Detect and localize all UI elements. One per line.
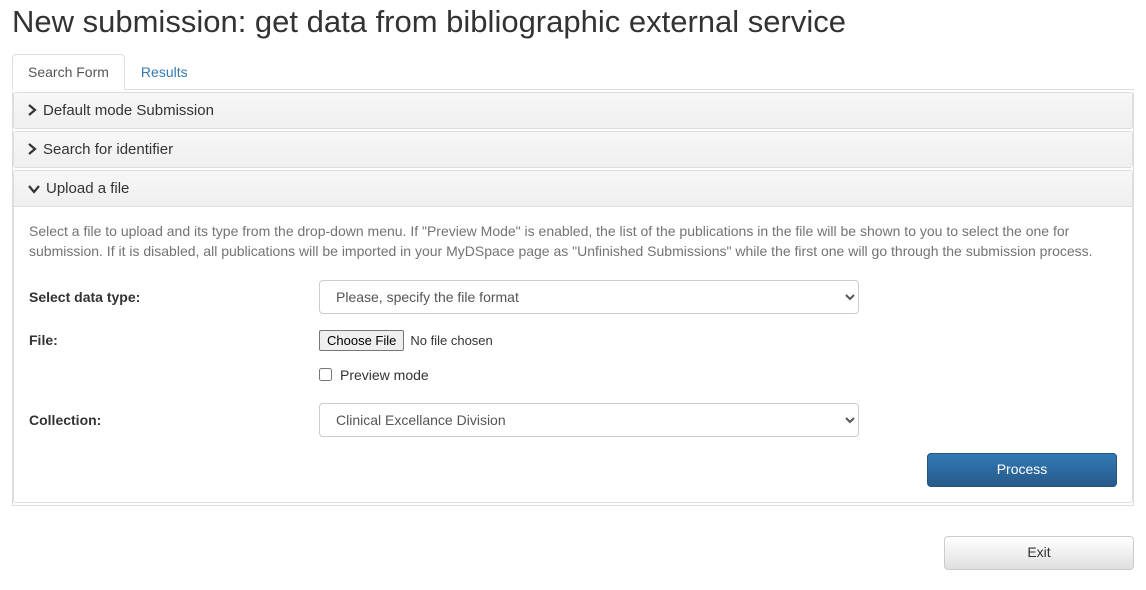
row-collection: Collection: Clinical Excellance Division <box>29 403 1117 437</box>
page-title: New submission: get data from bibliograp… <box>12 4 1134 40</box>
upload-help-text: Select a file to upload and its type fro… <box>29 222 1117 262</box>
panel-default-mode: Default mode Submission <box>13 92 1133 129</box>
panel-heading-upload-file[interactable]: Upload a file <box>14 171 1132 207</box>
row-preview-mode: Preview mode <box>319 367 1117 383</box>
tab-content: Default mode Submission Search for ident… <box>12 92 1134 506</box>
process-button[interactable]: Process <box>927 453 1117 487</box>
process-button-row: Process <box>29 453 1117 487</box>
choose-file-button[interactable]: Choose File <box>319 330 404 351</box>
panel-title-default-mode: Default mode Submission <box>43 102 214 119</box>
tab-search-form[interactable]: Search Form <box>12 54 125 90</box>
label-collection: Collection: <box>29 412 319 428</box>
panel-body-upload-file: Select a file to upload and its type fro… <box>14 207 1132 502</box>
preview-mode-checkbox[interactable] <box>319 368 332 381</box>
label-data-type: Select data type: <box>29 289 319 305</box>
panel-title-upload-file: Upload a file <box>46 180 129 197</box>
panel-upload-file: Upload a file Select a file to upload an… <box>13 170 1133 503</box>
chevron-right-icon <box>28 142 37 158</box>
file-status-text: No file chosen <box>410 333 492 348</box>
tab-results[interactable]: Results <box>125 54 204 90</box>
chevron-right-icon <box>28 103 37 119</box>
preview-mode-label[interactable]: Preview mode <box>340 367 429 383</box>
panel-heading-search-identifier[interactable]: Search for identifier <box>14 132 1132 167</box>
exit-button[interactable]: Exit <box>944 536 1134 570</box>
select-collection[interactable]: Clinical Excellance Division <box>319 403 859 437</box>
select-data-type[interactable]: Please, specify the file format <box>319 280 859 314</box>
row-data-type: Select data type: Please, specify the fi… <box>29 280 1117 314</box>
label-file: File: <box>29 332 319 348</box>
tab-bar: Search Form Results <box>12 54 1134 90</box>
panel-title-search-identifier: Search for identifier <box>43 141 173 158</box>
panel-heading-default-mode[interactable]: Default mode Submission <box>14 93 1132 128</box>
chevron-down-icon <box>28 181 40 197</box>
exit-row: Exit <box>12 536 1134 570</box>
row-file: File: Choose File No file chosen <box>29 330 1117 351</box>
panel-search-identifier: Search for identifier <box>13 131 1133 168</box>
